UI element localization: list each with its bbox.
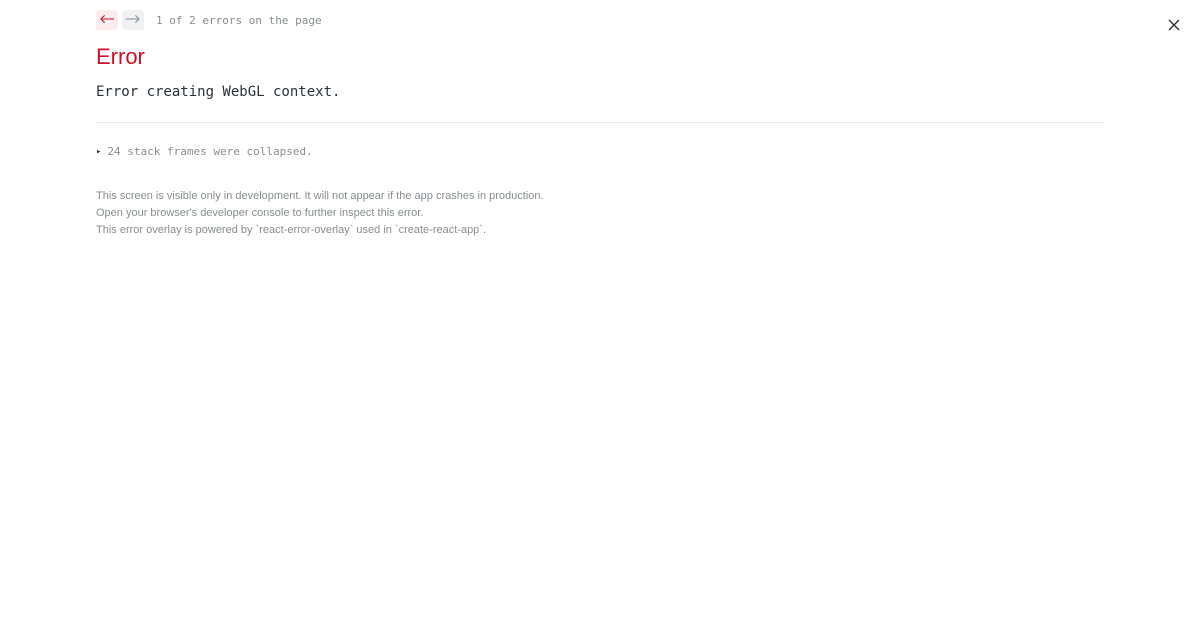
footer-line: This screen is visible only in developme… [96,188,1104,205]
arrow-right-icon [125,13,141,28]
error-count: 1 of 2 errors on the page [156,14,322,27]
close-button[interactable] [1166,18,1182,34]
stack-frames-toggle[interactable]: ▸ 24 stack frames were collapsed. [96,145,313,158]
footer-note: This screen is visible only in developme… [96,188,1104,239]
error-overlay: 1 of 2 errors on the page Error Error cr… [96,0,1104,239]
footer-line: This error overlay is powered by `react-… [96,222,1104,239]
caret-right-icon: ▸ [96,147,101,157]
arrow-left-icon [99,13,115,28]
error-title: Error [96,44,1104,70]
nav-row: 1 of 2 errors on the page [96,10,1104,30]
stack-collapsed-label: 24 stack frames were collapsed. [107,145,312,158]
nav-buttons [96,10,144,30]
error-message: Error creating WebGL context. [96,84,1104,100]
divider [96,122,1104,123]
close-icon [1168,19,1180,34]
footer-line: Open your browser's developer console to… [96,205,1104,222]
next-error-button[interactable] [122,10,144,30]
prev-error-button[interactable] [96,10,118,30]
